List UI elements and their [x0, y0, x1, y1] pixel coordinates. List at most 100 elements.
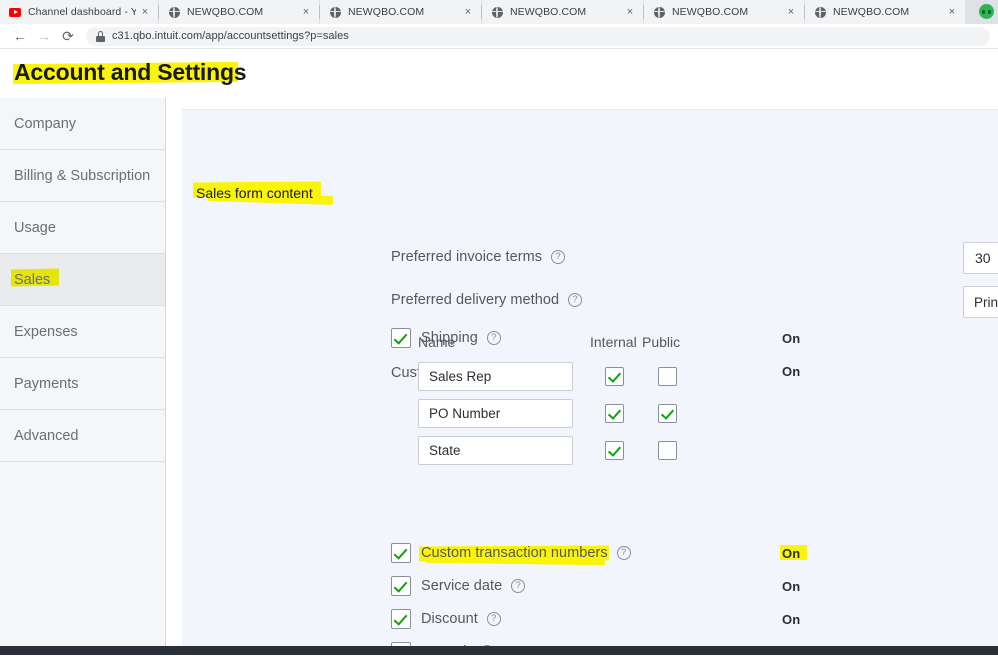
forward-button[interactable]: → — [32, 25, 56, 47]
sidebar-item-sales[interactable]: Sales — [0, 254, 165, 306]
help-icon[interactable]: ? — [551, 250, 565, 264]
settings-sidebar: Company Billing & Subscription Usage Sal… — [0, 98, 166, 655]
public-checkbox[interactable] — [658, 367, 677, 386]
delivery-method-select[interactable]: Print later — [963, 286, 998, 318]
discount-status: On — [782, 612, 800, 627]
reload-button[interactable]: ⟳ — [56, 25, 80, 47]
browser-tab-title: NEWQBO.COM — [510, 6, 621, 18]
window-bottom-bar — [0, 646, 998, 655]
public-cell — [658, 441, 711, 460]
service-date-status: On — [782, 579, 800, 594]
custom-field-name-input[interactable]: PO Number — [418, 399, 573, 428]
browser-tab-title: NEWQBO.COM — [187, 6, 297, 18]
sidebar-item-payments[interactable]: Payments — [0, 358, 165, 410]
tab-close-icon[interactable]: × — [136, 3, 154, 21]
help-icon[interactable]: ? — [568, 293, 582, 307]
delivery-method-value: Print later — [974, 295, 998, 310]
url-text: c31.qbo.intuit.com/app/accountsettings?p… — [112, 30, 349, 42]
table-row: State — [418, 432, 711, 469]
back-button[interactable]: ← — [8, 25, 32, 47]
browser-tab-title: NEWQBO.COM — [833, 6, 943, 18]
sales-form-content: Preferred invoice terms ? 30 Preferred d… — [391, 176, 998, 646]
custom-fields-status: On — [782, 364, 800, 379]
tab-close-icon[interactable]: × — [782, 3, 800, 21]
address-bar[interactable]: c31.qbo.intuit.com/app/accountsettings?p… — [86, 27, 990, 46]
sidebar-item-billing-subscription[interactable]: Billing & Subscription — [0, 150, 165, 202]
help-icon[interactable]: ? — [617, 546, 631, 560]
tab-close-icon[interactable]: × — [459, 3, 477, 21]
profile-avatar-icon[interactable] — [979, 4, 994, 19]
internal-cell — [605, 367, 658, 386]
browser-tab-title: Channel dashboard - YouTube St — [28, 6, 136, 18]
column-header-name: Name — [418, 334, 590, 350]
tab-close-icon[interactable]: × — [621, 3, 639, 21]
sidebar-item-label: Billing & Subscription — [14, 168, 150, 184]
tab-close-icon[interactable]: × — [943, 3, 961, 21]
discount-checkbox[interactable] — [391, 609, 411, 629]
globe-icon — [814, 6, 826, 18]
sidebar-item-advanced[interactable]: Advanced — [0, 410, 165, 462]
service-date-checkbox[interactable] — [391, 576, 411, 596]
invoice-terms-select[interactable]: 30 — [963, 242, 998, 274]
sidebar-item-expenses[interactable]: Expenses — [0, 306, 165, 358]
custom-transaction-numbers-checkbox[interactable] — [391, 543, 411, 563]
public-checkbox[interactable] — [658, 441, 677, 460]
public-cell — [658, 367, 711, 386]
sidebar-item-label: Expenses — [14, 324, 78, 340]
field-preferred-invoice-terms: Preferred invoice terms ? — [391, 249, 565, 265]
internal-checkbox[interactable] — [605, 367, 624, 386]
field-label: Custom transaction numbers — [421, 545, 608, 561]
section-heading: Sales form content — [196, 185, 313, 201]
custom-field-name-input[interactable]: Sales Rep — [418, 362, 573, 391]
globe-icon — [329, 6, 341, 18]
public-cell — [658, 404, 711, 423]
sidebar-item-company[interactable]: Company — [0, 98, 165, 150]
field-custom-transaction-numbers: Custom transaction numbers ? — [391, 543, 631, 563]
sidebar-item-label: Advanced — [14, 428, 79, 444]
field-label: Discount — [421, 611, 478, 627]
shipping-status: On — [782, 331, 800, 346]
browser-tab-5[interactable]: NEWQBO.COM × — [805, 0, 965, 24]
globe-icon — [653, 6, 665, 18]
column-header-public: Public — [642, 334, 692, 350]
public-checkbox[interactable] — [658, 404, 677, 423]
browser-tab-strip: Channel dashboard - YouTube St × NEWQBO.… — [0, 0, 998, 24]
sidebar-item-label: Company — [14, 116, 76, 132]
browser-tab-3[interactable]: NEWQBO.COM × — [482, 0, 643, 24]
internal-checkbox[interactable] — [605, 404, 624, 423]
field-label: Service date — [421, 578, 502, 594]
field-label: Preferred invoice terms — [391, 249, 542, 265]
column-header-internal: Internal — [590, 334, 642, 350]
invoice-terms-value: 30 — [964, 243, 998, 273]
browser-tab-title: NEWQBO.COM — [348, 6, 459, 18]
help-icon[interactable]: ? — [511, 579, 525, 593]
shipping-checkbox[interactable] — [391, 328, 411, 348]
browser-tab-title: NEWQBO.COM — [672, 6, 782, 18]
settings-content-panel: Sales form content Preferred invoice ter… — [182, 109, 998, 646]
browser-toolbar: ← → ⟳ c31.qbo.intuit.com/app/accountsett… — [0, 24, 998, 49]
field-label: Preferred delivery method — [391, 292, 559, 308]
custom-fields-table: Name Internal Public Sales Rep PO Number… — [418, 334, 711, 469]
tab-close-icon[interactable]: × — [297, 3, 315, 21]
browser-tab-0[interactable]: Channel dashboard - YouTube St × — [0, 0, 158, 24]
internal-cell — [605, 441, 658, 460]
browser-tab-4[interactable]: NEWQBO.COM × — [644, 0, 804, 24]
sidebar-item-label: Payments — [14, 376, 78, 392]
help-icon[interactable]: ? — [487, 612, 501, 626]
field-discount: Discount ? — [391, 609, 501, 629]
custom-fields-table-header: Name Internal Public — [418, 334, 711, 358]
browser-tab-1[interactable]: NEWQBO.COM × — [159, 0, 319, 24]
page-title: Account and Settings — [14, 59, 246, 86]
page-viewport: Account and Settings Company Billing & S… — [0, 49, 998, 655]
internal-cell — [605, 404, 658, 423]
sidebar-item-label: Sales — [14, 272, 50, 288]
globe-icon — [168, 6, 180, 18]
browser-tab-2[interactable]: NEWQBO.COM × — [320, 0, 481, 24]
internal-checkbox[interactable] — [605, 441, 624, 460]
custom-field-name-input[interactable]: State — [418, 436, 573, 465]
globe-icon — [491, 6, 503, 18]
custom-transaction-numbers-status: On — [782, 546, 800, 561]
browser-chrome: Channel dashboard - YouTube St × NEWQBO.… — [0, 0, 998, 49]
table-row: PO Number — [418, 395, 711, 432]
sidebar-item-usage[interactable]: Usage — [0, 202, 165, 254]
